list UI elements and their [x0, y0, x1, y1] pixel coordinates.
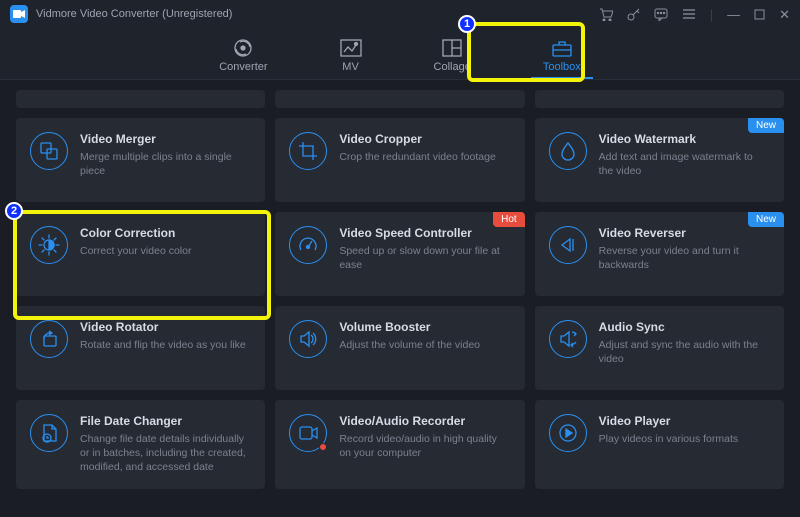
hot-badge: Hot: [493, 212, 525, 227]
converter-icon: [232, 39, 254, 57]
app-title: Vidmore Video Converter (Unregistered): [36, 8, 599, 20]
tab-mv[interactable]: MV: [334, 28, 368, 79]
tool-desc: Change file date details individually or…: [80, 432, 251, 475]
key-icon[interactable]: [627, 8, 640, 21]
tool-desc: Correct your video color: [80, 244, 191, 258]
tool-title: Video Reverser: [599, 226, 770, 240]
window-controls: | — ✕: [599, 8, 790, 21]
annotation-number-1: 1: [458, 15, 476, 33]
tool-video-rotator[interactable]: Video Rotator Rotate and flip the video …: [16, 306, 265, 390]
tool-desc: Merge multiple clips into a single piece: [80, 150, 251, 178]
tool-title: Video Player: [599, 414, 738, 428]
new-badge: New: [748, 118, 784, 133]
tool-audio-sync[interactable]: Audio Sync Adjust and sync the audio wit…: [535, 306, 784, 390]
merger-icon: [30, 132, 68, 170]
tool-title: Video/Audio Recorder: [339, 414, 510, 428]
tool-title: Video Merger: [80, 132, 251, 146]
tab-label: Collage: [434, 61, 471, 73]
tab-label: MV: [342, 61, 359, 73]
tool-desc: Crop the redundant video footage: [339, 150, 495, 164]
tab-label: Toolbox: [543, 61, 581, 73]
tool-video-player[interactable]: Video Player Play videos in various form…: [535, 400, 784, 489]
watermark-icon: [549, 132, 587, 170]
tool-desc: Adjust the volume of the video: [339, 338, 480, 352]
filedate-icon: [30, 414, 68, 452]
tool-card-stub[interactable]: [535, 90, 784, 108]
app-logo: [10, 5, 28, 23]
speed-icon: [289, 226, 327, 264]
tool-desc: Play videos in various formats: [599, 432, 738, 446]
main-tabs: Converter MV Collage Toolbox: [0, 28, 800, 80]
tool-title: File Date Changer: [80, 414, 251, 428]
player-icon: [549, 414, 587, 452]
tool-desc: Record video/audio in high quality on yo…: [339, 432, 510, 460]
cart-icon[interactable]: [599, 8, 613, 21]
tool-title: Video Watermark: [599, 132, 770, 146]
mv-icon: [340, 39, 362, 57]
tool-video-watermark[interactable]: New Video Watermark Add text and image w…: [535, 118, 784, 202]
tool-title: Volume Booster: [339, 320, 480, 334]
toolbox-icon: [551, 39, 573, 57]
annotation-number-2: 2: [5, 202, 23, 220]
tool-recorder[interactable]: Video/Audio Recorder Record video/audio …: [275, 400, 524, 489]
collage-icon: [441, 39, 463, 57]
tool-video-cropper[interactable]: Video Cropper Crop the redundant video f…: [275, 118, 524, 202]
minimize-button[interactable]: —: [727, 8, 740, 21]
tab-label: Converter: [219, 61, 267, 73]
audiosync-icon: [549, 320, 587, 358]
reverser-icon: [549, 226, 587, 264]
tool-title: Video Speed Controller: [339, 226, 510, 240]
tool-card-stub[interactable]: [16, 90, 265, 108]
tool-video-merger[interactable]: Video Merger Merge multiple clips into a…: [16, 118, 265, 202]
tool-title: Video Cropper: [339, 132, 495, 146]
tool-desc: Reverse your video and turn it backwards: [599, 244, 770, 272]
tool-desc: Speed up or slow down your file at ease: [339, 244, 510, 272]
tool-title: Color Correction: [80, 226, 191, 240]
tool-speed-controller[interactable]: Hot Video Speed Controller Speed up or s…: [275, 212, 524, 296]
close-button[interactable]: ✕: [779, 8, 790, 21]
tool-desc: Rotate and flip the video as you like: [80, 338, 246, 352]
maximize-button[interactable]: [754, 9, 765, 20]
rotator-icon: [30, 320, 68, 358]
tab-collage[interactable]: Collage: [428, 28, 477, 79]
tool-title: Audio Sync: [599, 320, 770, 334]
tool-video-reverser[interactable]: New Video Reverser Reverse your video an…: [535, 212, 784, 296]
volume-icon: [289, 320, 327, 358]
feedback-icon[interactable]: [654, 8, 668, 21]
tool-desc: Adjust and sync the audio with the video: [599, 338, 770, 366]
new-badge: New: [748, 212, 784, 227]
tool-volume-booster[interactable]: Volume Booster Adjust the volume of the …: [275, 306, 524, 390]
tab-converter[interactable]: Converter: [213, 28, 273, 79]
tool-file-date-changer[interactable]: File Date Changer Change file date detai…: [16, 400, 265, 489]
tool-color-correction[interactable]: Color Correction Correct your video colo…: [16, 212, 265, 296]
tab-toolbox[interactable]: Toolbox: [537, 28, 587, 79]
toolbox-content: Video Merger Merge multiple clips into a…: [0, 80, 800, 517]
tool-desc: Add text and image watermark to the vide…: [599, 150, 770, 178]
color-icon: [30, 226, 68, 264]
cropper-icon: [289, 132, 327, 170]
tool-card-stub[interactable]: [275, 90, 524, 108]
titlebar: Vidmore Video Converter (Unregistered) |…: [0, 0, 800, 28]
menu-icon[interactable]: [682, 8, 696, 20]
tool-title: Video Rotator: [80, 320, 246, 334]
notification-dot: [319, 443, 327, 451]
recorder-icon: [289, 414, 327, 452]
